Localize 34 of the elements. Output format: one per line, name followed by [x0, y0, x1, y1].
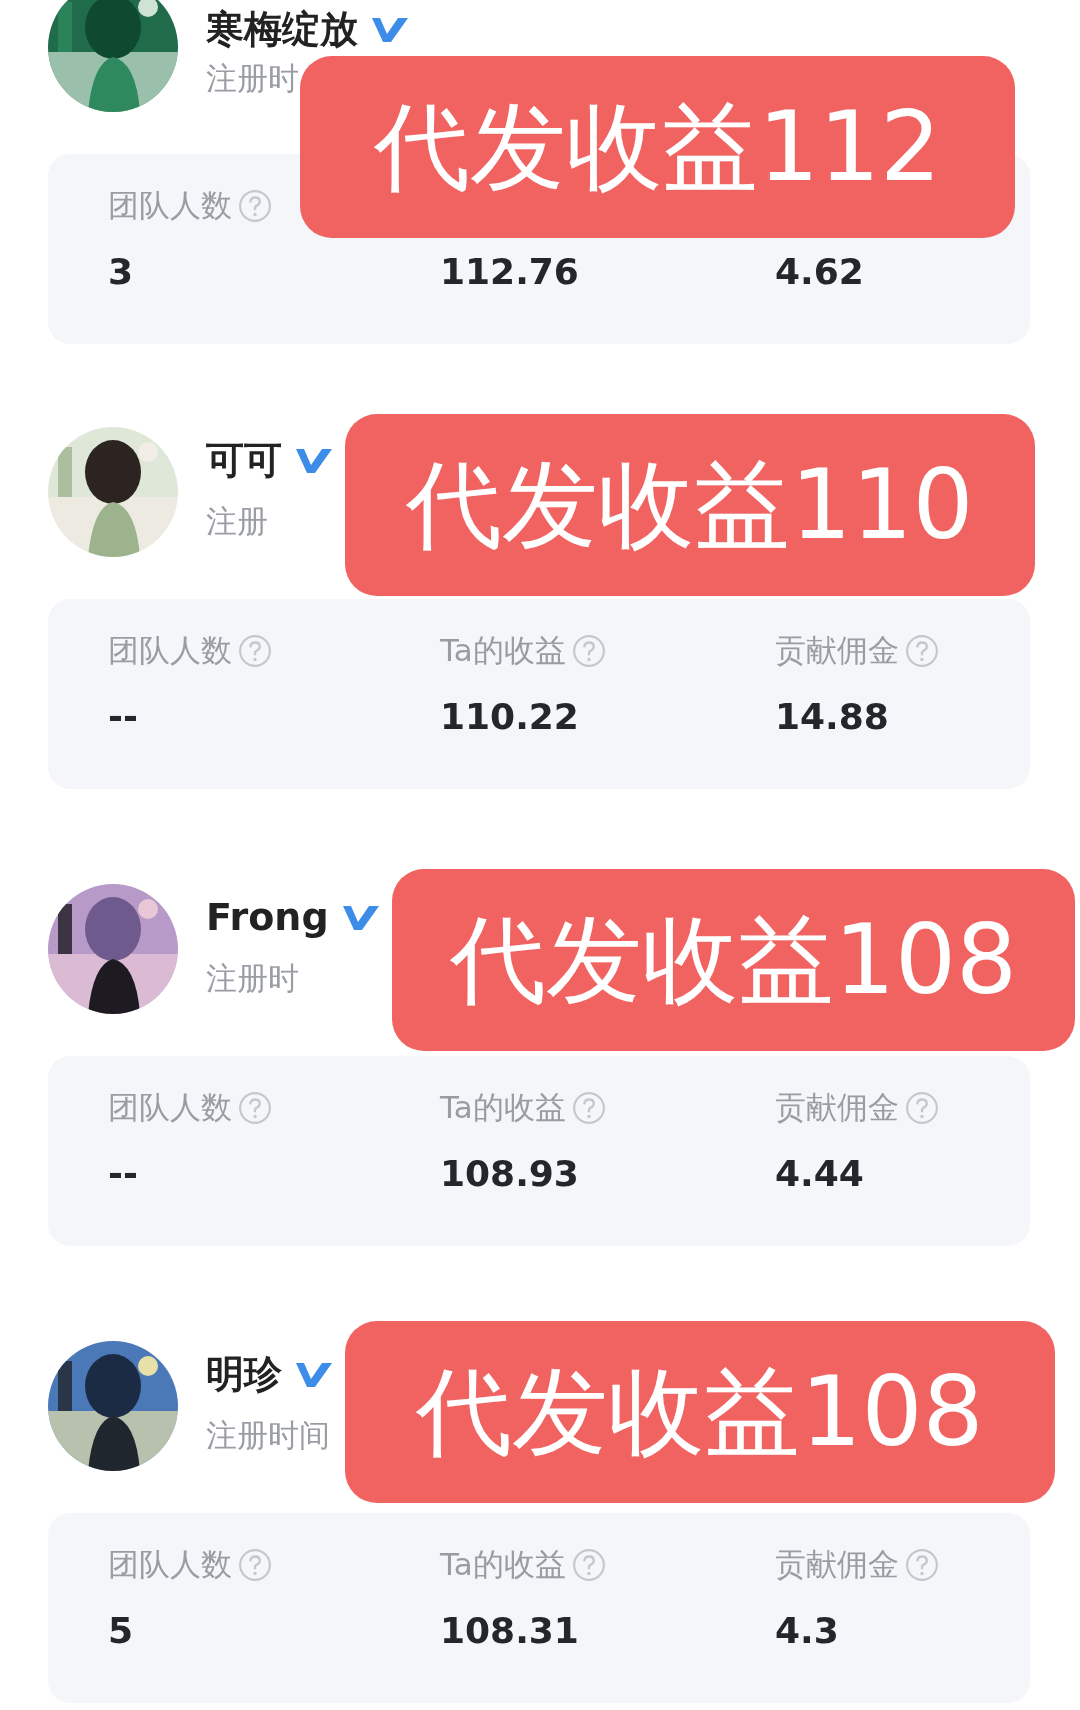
stat-value: --: [108, 1152, 139, 1196]
registration-time: 注册时: [206, 959, 300, 998]
stat-label: 团队人数: [108, 1545, 232, 1584]
stat-label: 贡献佣金: [775, 631, 899, 670]
earnings-label: 代发收益112: [300, 56, 1015, 238]
stat-value: 108.31: [440, 1609, 580, 1653]
stat-label: Ta的收益: [440, 1088, 566, 1127]
registration-time: 注册: [206, 502, 269, 541]
stat-label: Ta的收益: [440, 1545, 566, 1584]
stat-value: 110.22: [440, 695, 580, 739]
user-name: 寒梅绽放: [206, 6, 358, 52]
stat-label: 贡献佣金: [775, 1088, 899, 1127]
registration-time: 注册时间: [206, 1416, 331, 1455]
stat-value: 3: [108, 250, 135, 294]
stat-value: 14.88: [775, 695, 890, 739]
user-name: 明珍: [206, 1351, 282, 1397]
user-name: Frong: [206, 894, 329, 940]
stat-label: 团队人数: [108, 186, 232, 225]
stat-value: 4.3: [775, 1609, 840, 1653]
stat-value: 4.44: [775, 1152, 865, 1196]
stat-value: 112.76: [440, 250, 580, 294]
stat-label: 团队人数: [108, 1088, 232, 1127]
registration-time: 注册时: [206, 59, 300, 98]
stat-label: 贡献佣金: [775, 1545, 899, 1584]
stat-value: 5: [108, 1609, 135, 1653]
earnings-label: 代发收益110: [345, 414, 1035, 596]
earnings-label: 代发收益108: [345, 1321, 1055, 1503]
user-name: 可可: [206, 437, 282, 483]
stat-value: 108.93: [440, 1152, 580, 1196]
stat-label: 团队人数: [108, 631, 232, 670]
stat-value: 4.62: [775, 250, 865, 294]
stat-value: --: [108, 695, 139, 739]
earnings-label: 代发收益108: [392, 869, 1075, 1051]
stat-label: Ta的收益: [440, 631, 566, 670]
